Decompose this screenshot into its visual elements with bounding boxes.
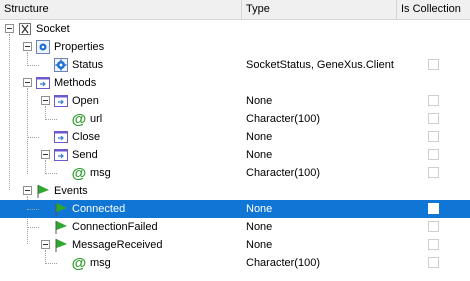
tree-line — [27, 227, 39, 228]
tree-row[interactable]: Status SocketStatus, GeneXus.Client — [0, 56, 470, 74]
events-flag-icon — [35, 183, 51, 199]
tree-row-label: Status — [72, 59, 104, 71]
collapse-toggle-icon[interactable] — [23, 186, 32, 195]
collapse-toggle-icon[interactable] — [41, 96, 50, 105]
tree-row-type: Character(100) — [246, 113, 320, 125]
is-collection-checkbox[interactable] — [428, 131, 439, 142]
collapse-toggle-icon[interactable] — [41, 240, 50, 249]
column-header-type[interactable]: Type — [242, 0, 397, 19]
tree-row-type: None — [246, 221, 273, 233]
collapse-toggle-icon[interactable] — [41, 150, 50, 159]
methods-icon — [35, 75, 51, 91]
tree-row-type: None — [246, 131, 273, 143]
method-icon — [53, 93, 69, 109]
svg-text:@: @ — [72, 255, 87, 271]
tree-line — [45, 119, 57, 120]
is-collection-checkbox[interactable] — [428, 95, 439, 106]
tree-row[interactable]: @ msg Character(100) — [0, 254, 470, 272]
tree-row-type: Character(100) — [246, 167, 320, 179]
is-collection-checkbox[interactable] — [428, 257, 439, 268]
tree-row-type: None — [246, 203, 273, 215]
tree-row-label: Open — [72, 95, 99, 107]
tree-row-type: SocketStatus, GeneXus.Client — [246, 59, 394, 71]
tree-row-label: Close — [72, 131, 101, 143]
is-collection-checkbox[interactable] — [428, 149, 439, 160]
property-gear-icon — [53, 57, 69, 73]
tree-row-type: None — [246, 239, 273, 251]
tree-row[interactable]: Close None — [0, 128, 470, 146]
tree-row-label: Socket — [36, 23, 70, 35]
tree-row-label: msg — [90, 167, 111, 179]
tree-line — [45, 173, 57, 174]
tree-row-label: Events — [54, 185, 88, 197]
tree-row-type: Character(100) — [246, 257, 320, 269]
tree-row-label: url — [90, 113, 103, 125]
tree-row[interactable]: ConnectionFailed None — [0, 218, 470, 236]
tree-line — [27, 137, 39, 138]
tree-row[interactable]: Send None — [0, 146, 470, 164]
tree-row-label: Send — [72, 149, 98, 161]
tree-row-label: Methods — [54, 77, 97, 89]
tree-row-label: ConnectionFailed — [72, 221, 158, 233]
is-collection-checkbox[interactable] — [428, 59, 439, 70]
parameter-at-icon: @ — [71, 165, 87, 182]
tree-line — [45, 263, 57, 264]
column-header: Structure Type Is Collection — [0, 0, 470, 20]
collapse-toggle-icon[interactable] — [23, 42, 32, 51]
tree-row-label: MessageReceived — [72, 239, 163, 251]
parameter-at-icon: @ — [71, 111, 87, 128]
event-flag-icon — [53, 201, 69, 217]
collapse-toggle-icon[interactable] — [23, 78, 32, 87]
tree-row[interactable]: Events — [0, 182, 470, 200]
tree-row-type: None — [246, 95, 273, 107]
tree-row-label: Connected — [72, 203, 126, 215]
tree-row[interactable]: @ url Character(100) — [0, 110, 470, 128]
event-flag-icon — [53, 219, 69, 235]
tree-row[interactable]: MessageReceived None — [0, 236, 470, 254]
event-flag-icon — [53, 237, 69, 253]
properties-icon — [35, 39, 51, 55]
tree-row[interactable]: Connected None — [0, 200, 470, 218]
is-collection-checkbox[interactable] — [428, 239, 439, 250]
method-icon — [53, 129, 69, 145]
is-collection-checkbox[interactable] — [428, 221, 439, 232]
column-header-structure[interactable]: Structure — [0, 0, 242, 19]
parameter-at-icon: @ — [71, 255, 87, 272]
svg-text:@: @ — [72, 111, 87, 127]
is-collection-checkbox[interactable] — [428, 167, 439, 178]
collapse-toggle-icon[interactable] — [5, 24, 14, 33]
tree-row-label: msg — [90, 257, 111, 269]
method-icon — [53, 147, 69, 163]
is-collection-checkbox[interactable] — [428, 203, 439, 214]
tree-row-label: Properties — [54, 41, 105, 53]
tree-line — [27, 209, 39, 210]
external-object-icon — [17, 21, 33, 37]
svg-text:@: @ — [72, 165, 87, 181]
tree-row[interactable]: Methods — [0, 74, 470, 92]
tree-row-type: None — [246, 149, 273, 161]
tree-row[interactable]: Open None — [0, 92, 470, 110]
tree-row[interactable]: Socket — [0, 20, 470, 38]
column-header-is-collection[interactable]: Is Collection — [397, 0, 470, 19]
is-collection-checkbox[interactable] — [428, 113, 439, 124]
tree-line — [27, 65, 39, 66]
tree-row[interactable]: @ msg Character(100) — [0, 164, 470, 182]
tree-row[interactable]: Properties — [0, 38, 470, 56]
